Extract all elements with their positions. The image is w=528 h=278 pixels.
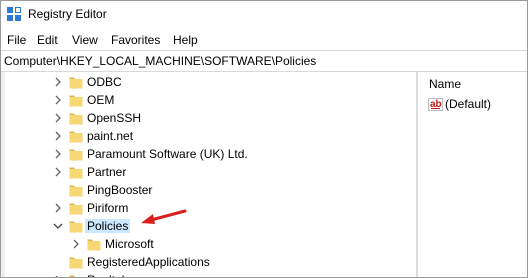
chevron-down-icon[interactable] — [53, 220, 63, 232]
menu-favorites[interactable]: Favorites — [111, 33, 160, 47]
string-value-icon: ab — [428, 97, 443, 111]
folder-icon — [69, 75, 83, 89]
chevron-right-icon[interactable] — [53, 148, 63, 160]
folder-icon — [69, 219, 83, 233]
chevron-right-icon[interactable] — [53, 274, 63, 277]
folder-icon — [69, 93, 83, 107]
tree-item-label: OpenSSH — [87, 111, 142, 125]
tree-item-label: Partner — [87, 165, 127, 179]
tree-item-realtek[interactable]: Realtek — [1, 271, 415, 277]
tree-item-policies[interactable]: Policies — [1, 217, 415, 235]
chevron-right-icon[interactable] — [53, 112, 63, 124]
chevron-right-icon[interactable] — [53, 130, 63, 142]
folder-icon — [69, 111, 83, 125]
address-path[interactable]: Computer\HKEY_LOCAL_MACHINE\SOFTWARE\Pol… — [4, 54, 316, 68]
folder-icon — [69, 165, 83, 179]
tree-item-partner[interactable]: Partner — [1, 163, 415, 181]
folder-icon — [69, 183, 83, 197]
tree-item-label: Paramount Software (UK) Ltd. — [87, 147, 248, 161]
chevron-right-icon[interactable] — [71, 238, 81, 250]
tree-item-odbc[interactable]: ODBC — [1, 73, 415, 91]
tree-item-registeredapplications[interactable]: RegisteredApplications — [1, 253, 415, 271]
tree-item-label: paint.net — [87, 129, 134, 143]
folder-icon — [69, 129, 83, 143]
folder-icon — [69, 273, 83, 277]
menu-file[interactable]: File — [7, 33, 26, 47]
folder-icon — [69, 147, 83, 161]
key-tree-pane[interactable]: ODBC OEM OpenSSH paint.net Paramount Softwar… — [1, 72, 415, 277]
chevron-right-icon[interactable] — [53, 94, 63, 106]
value-name: (Default) — [445, 97, 492, 111]
chevron-right-icon[interactable] — [53, 202, 63, 214]
registry-editor-window: Registry Editor File Edit View Favorites… — [0, 0, 528, 278]
pane-splitter[interactable] — [416, 72, 418, 277]
folder-icon — [87, 237, 101, 251]
tree-item-label: RegisteredApplications — [87, 255, 210, 269]
tree-item-label: PingBooster — [87, 183, 153, 197]
menu-view[interactable]: View — [72, 33, 98, 47]
folder-icon — [69, 255, 83, 269]
tree-item-label: Policies — [85, 219, 131, 233]
chevron-right-icon[interactable] — [53, 166, 63, 178]
tree-item-label: Microsoft — [105, 237, 154, 251]
tree-item-oem[interactable]: OEM — [1, 91, 415, 109]
title-bar[interactable]: Registry Editor — [1, 1, 527, 27]
window-title: Registry Editor — [28, 7, 107, 21]
values-pane[interactable]: Name ab (Default) — [419, 72, 527, 277]
menu-edit[interactable]: Edit — [37, 33, 58, 47]
chevron-right-icon[interactable] — [53, 76, 63, 88]
registry-editor-app-icon — [7, 7, 21, 21]
tree-item-label: Piriform — [87, 201, 129, 215]
folder-icon — [69, 201, 83, 215]
value-row-default[interactable]: ab (Default) — [428, 97, 491, 111]
tree-item-paint-net[interactable]: paint.net — [1, 127, 415, 145]
tree-item-label: OEM — [87, 93, 115, 107]
tree-item-label: ODBC — [87, 75, 122, 89]
column-header-name[interactable]: Name — [429, 77, 461, 91]
menu-help[interactable]: Help — [173, 33, 198, 47]
tree-item-piriform[interactable]: Piriform — [1, 199, 415, 217]
tree-item-openssh[interactable]: OpenSSH — [1, 109, 415, 127]
annotation-arrow-icon — [141, 209, 187, 224]
tree-item-label: Realtek — [85, 273, 130, 277]
tree-item-paramount-software-uk-ltd[interactable]: Paramount Software (UK) Ltd. — [1, 145, 415, 163]
menu-bar: File Edit View Favorites Help — [1, 30, 527, 50]
tree-item-microsoft[interactable]: Microsoft — [1, 235, 415, 253]
address-bar[interactable]: Computer\HKEY_LOCAL_MACHINE\SOFTWARE\Pol… — [1, 50, 527, 72]
tree-item-pingbooster[interactable]: PingBooster — [1, 181, 415, 199]
